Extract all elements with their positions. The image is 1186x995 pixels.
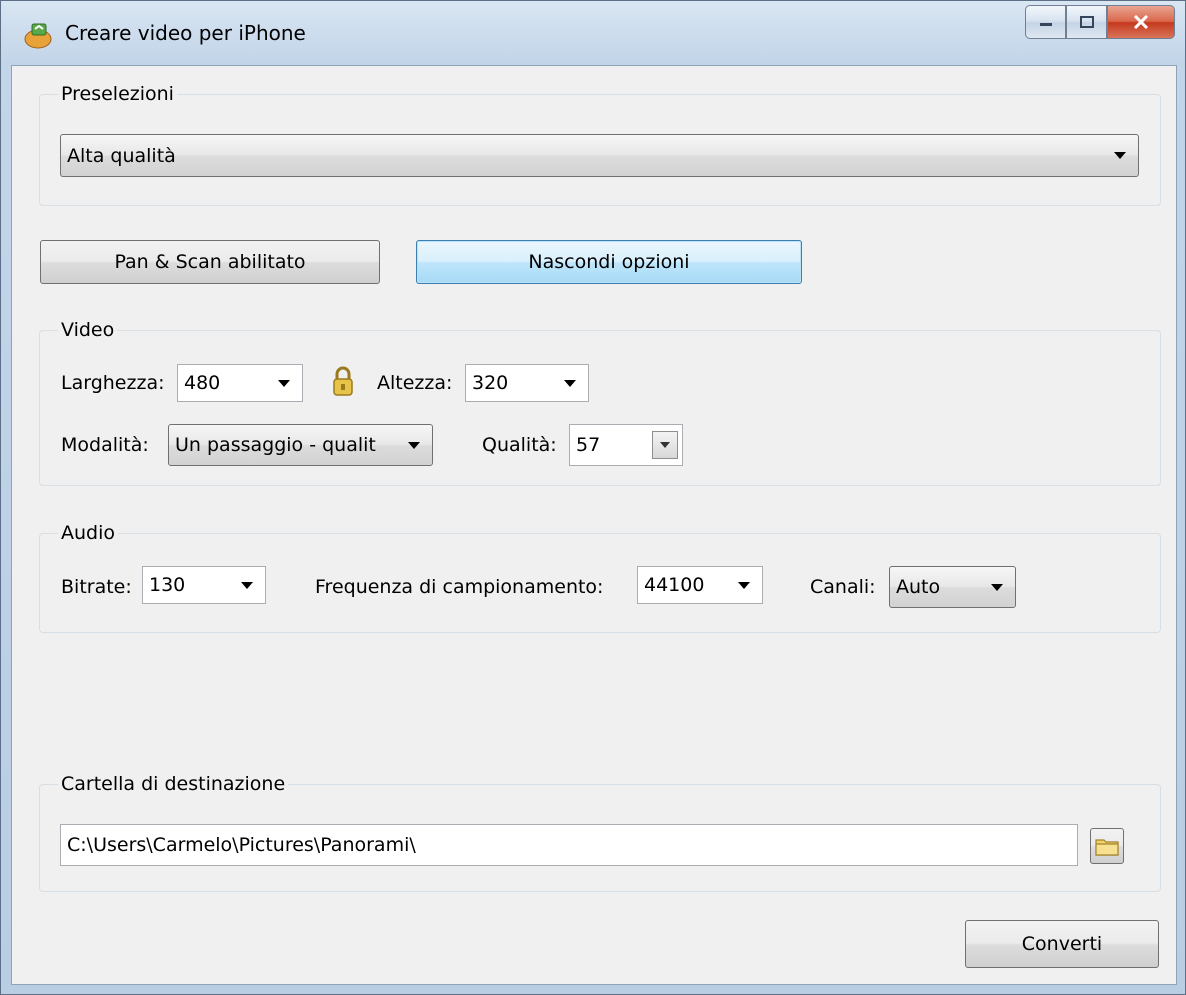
samplerate-label: Frequenza di campionamento: [315,576,604,598]
browse-folder-button[interactable] [1090,828,1124,864]
chevron-down-icon [738,581,750,589]
chevron-down-icon [241,581,253,589]
quality-label: Qualità: [482,434,557,456]
chevron-down-icon [408,441,420,449]
audio-group-label: Audio [58,522,119,544]
width-combo-value: 480 [184,372,221,394]
title-bar[interactable]: Creare video per iPhone [1,1,1186,67]
mode-select-value: Un passaggio - qualit [175,434,376,456]
presets-select-value: Alta qualità [67,144,176,167]
quality-combo[interactable]: 57 [569,424,683,466]
width-label: Larghezza: [61,372,165,394]
close-icon [1133,15,1149,29]
dialog-client-area: Preselezioni Alta qualità Pan & Scan abi… [11,65,1177,985]
destination-group-label: Cartella di destinazione [58,773,289,795]
channels-select-value: Auto [896,576,941,598]
quality-combo-value: 57 [576,434,601,456]
minimize-icon [1039,23,1052,26]
close-button[interactable] [1107,5,1175,39]
app-window: Creare video per iPhone Preselezioni Alt… [0,0,1186,995]
caption-buttons [1025,5,1175,41]
folder-icon [1095,839,1119,856]
samplerate-combo[interactable]: 44100 [637,566,763,604]
chevron-down-icon [278,379,290,387]
app-icon [24,23,52,49]
window-title: Creare video per iPhone [65,21,306,45]
lock-icon[interactable] [332,366,354,398]
bitrate-label: Bitrate: [61,576,132,598]
hide-options-button[interactable]: Nascondi opzioni [416,240,802,284]
video-group-label: Video [58,319,118,341]
destination-path-field[interactable]: C:\Users\Carmelo\Pictures\Panorami\ [60,824,1078,866]
maximize-button[interactable] [1066,5,1107,39]
convert-button[interactable]: Converti [965,920,1159,968]
bitrate-combo-value: 130 [149,574,186,596]
quality-dropdown-button[interactable] [652,431,678,459]
channels-select[interactable]: Auto [889,566,1016,608]
width-combo[interactable]: 480 [177,364,303,402]
channels-label: Canali: [810,576,876,598]
height-label: Altezza: [377,372,453,394]
pan-scan-button[interactable]: Pan & Scan abilitato [40,240,380,284]
height-combo-value: 320 [472,372,509,394]
samplerate-combo-value: 44100 [644,574,705,596]
minimize-button[interactable] [1025,5,1066,39]
chevron-down-icon [660,442,670,448]
mode-label: Modalità: [61,434,149,456]
maximize-icon [1079,16,1094,28]
chevron-down-icon [1114,152,1126,159]
height-combo[interactable]: 320 [465,364,589,402]
bitrate-combo[interactable]: 130 [142,566,266,604]
presets-select[interactable]: Alta qualità [60,134,1139,177]
chevron-down-icon [564,379,576,387]
mode-select[interactable]: Un passaggio - qualit [168,424,433,466]
chevron-down-icon [991,583,1003,591]
presets-group-label: Preselezioni [58,83,177,105]
